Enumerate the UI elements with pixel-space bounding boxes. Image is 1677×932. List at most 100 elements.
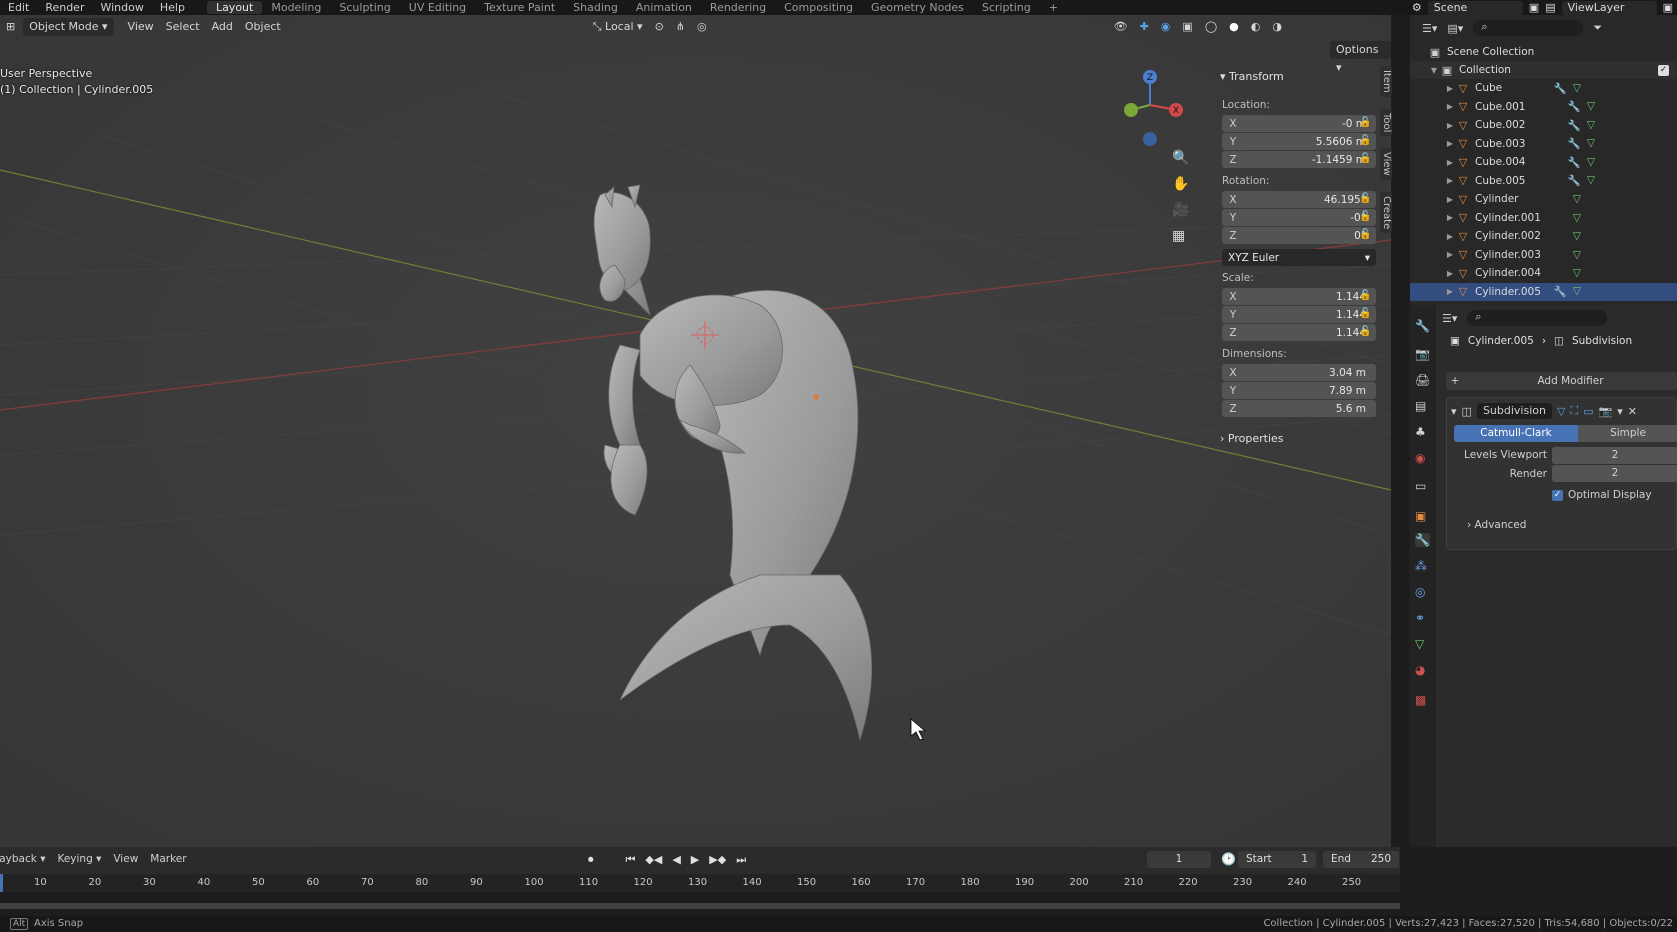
outliner-item-cube-003[interactable]: ▶ ▽ Cube.003 🔧 ▽ — [1410, 135, 1677, 153]
viewport-display-toggle-icon[interactable]: ▭ — [1583, 405, 1593, 418]
menu-help[interactable]: Help — [152, 1, 193, 14]
viewport-menu-object[interactable]: Object — [239, 18, 287, 36]
timeline-menu-playback[interactable]: Playback ▾ — [0, 853, 45, 865]
side-tab-view[interactable]: View — [1380, 148, 1392, 180]
constraints-tab-icon[interactable]: ⚭ — [1415, 611, 1425, 625]
start-frame-field[interactable]: Start 1 — [1238, 851, 1316, 868]
lock-icon[interactable]: 🔓 — [1359, 326, 1371, 337]
properties-subpanel-header[interactable]: › Properties — [1220, 432, 1284, 445]
frame-ruler[interactable]: 10 20 30 40 50 60 70 80 90 100 110 120 130 140 150 160 1… — [0, 874, 1400, 892]
view-layer-add-icon[interactable]: ▣ — [1663, 1, 1677, 14]
transform-header[interactable]: ▾ Transform — [1220, 70, 1284, 83]
outliner-item-cylinder-002[interactable]: ▶ ▽ Cylinder.002 ▽ — [1410, 227, 1677, 245]
render-tab-icon[interactable]: 📷 — [1415, 347, 1430, 361]
expand-icon[interactable]: ▶ — [1444, 250, 1456, 259]
simple-button[interactable]: Simple — [1578, 425, 1677, 442]
lock-icon[interactable]: 🔓 — [1359, 135, 1371, 146]
expand-icon[interactable]: ▶ — [1444, 139, 1456, 148]
mesh-data-icon[interactable]: ▽ — [1573, 285, 1581, 298]
side-tab-create[interactable]: Create — [1380, 191, 1392, 234]
prev-keyframe-icon[interactable]: ◆◀ — [645, 853, 662, 867]
outliner-item-cube-005[interactable]: ▶ ▽ Cube.005 🔧 ▽ — [1410, 172, 1677, 190]
outliner-item-cube[interactable]: ▶ ▽ Cube 🔧 ▽ — [1410, 79, 1677, 97]
timeline-menu-view[interactable]: View — [113, 853, 138, 865]
advanced-subpanel-header[interactable]: › Advanced — [1467, 519, 1526, 531]
texture-tab-icon[interactable]: ▩ — [1415, 693, 1426, 707]
scene-add-icon[interactable]: ▣ — [1529, 1, 1539, 14]
display-mode-icon[interactable]: ▤▾ — [1447, 22, 1463, 35]
view-layer-field[interactable]: ViewLayer — [1561, 0, 1657, 15]
cage-toggle-icon[interactable]: ⛶ — [1570, 404, 1578, 418]
navigation-gizmo[interactable]: Z X — [1120, 65, 1200, 155]
camera-view-icon[interactable]: 🎥 — [1172, 202, 1189, 218]
mesh-data-icon[interactable]: ▽ — [1573, 249, 1581, 261]
rotation-mode-dropdown[interactable]: XYZ Euler ▾ — [1222, 249, 1376, 266]
lock-icon[interactable]: 🔓 — [1359, 211, 1371, 222]
expand-icon[interactable]: ▶ — [1444, 232, 1456, 241]
modifier-wrench-icon[interactable]: 🔧 — [1568, 156, 1581, 169]
mesh-data-icon[interactable]: ▽ — [1587, 137, 1595, 150]
editor-type-icon[interactable]: ☰▾ — [1442, 312, 1457, 325]
render-levels-field[interactable]: 2 — [1552, 465, 1677, 482]
scale-x-field[interactable]: X 1.144 — [1222, 288, 1376, 305]
remove-modifier-icon[interactable]: ✕ — [1628, 405, 1637, 418]
particles-tab-icon[interactable]: ⁂ — [1415, 559, 1427, 573]
outliner-item-cylinder-003[interactable]: ▶ ▽ Cylinder.003 ▽ — [1410, 246, 1677, 264]
workspace-tab-texture-paint[interactable]: Texture Paint — [475, 1, 564, 14]
expand-icon[interactable]: ▶ — [1444, 287, 1456, 296]
location-y-field[interactable]: Y 5.5606 m — [1222, 133, 1376, 150]
expand-icon[interactable]: ▶ — [1444, 176, 1456, 185]
current-frame-field[interactable]: 1 — [1147, 851, 1211, 868]
pivot-icon[interactable]: ⊙ — [649, 18, 670, 36]
gizmo-toggle-icon[interactable]: ✚ — [1134, 18, 1155, 36]
expand-icon[interactable]: ▶ — [1444, 158, 1456, 167]
workspace-tab-geometry-nodes[interactable]: Geometry Nodes — [862, 1, 973, 14]
outliner-item-cube-004[interactable]: ▶ ▽ Cube.004 🔧 ▽ — [1410, 153, 1677, 171]
optimal-display-checkbox[interactable]: ✓ Optimal Display — [1552, 489, 1652, 501]
menu-render[interactable]: Render — [37, 1, 92, 14]
3d-viewport[interactable]: ⊞ Object Mode ▾ View Select Add Object ⤡… — [0, 15, 1391, 847]
view-layer-icon[interactable]: ▤ — [1545, 1, 1555, 14]
mesh-data-icon[interactable]: ▽ — [1587, 119, 1595, 132]
workspace-tab-compositing[interactable]: Compositing — [775, 1, 862, 14]
mesh-data-icon[interactable]: ▽ — [1587, 100, 1595, 113]
mesh-data-icon[interactable]: ▽ — [1573, 267, 1581, 279]
workspace-tab-uv-editing[interactable]: UV Editing — [400, 1, 475, 14]
mesh-data-icon[interactable]: ▽ — [1573, 193, 1581, 205]
dimensions-x-field[interactable]: X 3.04 m — [1222, 364, 1376, 381]
world-tab-icon[interactable]: ◉ — [1415, 451, 1425, 465]
modifier-wrench-icon[interactable]: 🔧 — [1554, 285, 1567, 298]
levels-viewport-field[interactable]: 2 — [1552, 447, 1677, 464]
jump-end-icon[interactable]: ⏭ — [736, 853, 746, 867]
side-tab-item[interactable]: Item — [1380, 66, 1392, 97]
workspace-tab-rendering[interactable]: Rendering — [701, 1, 775, 14]
workspace-tab-animation[interactable]: Animation — [627, 1, 701, 14]
timeline-menu-keying[interactable]: Keying ▾ — [57, 853, 101, 865]
render-toggle-icon[interactable]: 📷 — [1599, 405, 1613, 418]
record-icon[interactable]: ⏺ — [588, 853, 594, 867]
properties-search-input[interactable]: ⌕ — [1467, 310, 1608, 326]
scale-y-field[interactable]: Y 1.144 — [1222, 306, 1376, 323]
viewport-menu-select[interactable]: Select — [160, 18, 206, 36]
mesh-data-icon[interactable]: ▽ — [1587, 174, 1595, 187]
mode-dropdown[interactable]: Object Mode ▾ — [23, 18, 114, 36]
transform-orientation-dropdown[interactable]: ⤡ Local ▾ — [587, 18, 649, 36]
filter-icon[interactable]: ⏷ — [1593, 21, 1602, 35]
add-workspace-button[interactable]: + — [1040, 1, 1067, 14]
object-tab-icon[interactable]: ▣ — [1415, 509, 1426, 523]
collection-checkbox[interactable]: ✓ — [1658, 64, 1669, 76]
location-x-field[interactable]: X -0 m — [1222, 115, 1376, 132]
scene-collection-row[interactable]: ▣ Scene Collection — [1410, 43, 1677, 61]
expand-icon[interactable]: ▶ — [1444, 121, 1456, 130]
workspace-tab-layout[interactable]: Layout — [206, 1, 263, 14]
pan-hand-icon[interactable]: ✋ — [1172, 176, 1189, 192]
collapse-icon[interactable]: ▾ — [1451, 405, 1457, 418]
dimensions-y-field[interactable]: Y 7.89 m — [1222, 382, 1376, 399]
modifier-wrench-icon[interactable]: 🔧 — [1568, 137, 1581, 150]
lock-icon[interactable]: 🔓 — [1359, 193, 1371, 204]
next-keyframe-icon[interactable]: ▶◆ — [709, 853, 726, 867]
rotation-y-field[interactable]: Y -0° — [1222, 209, 1376, 226]
play-reverse-icon[interactable]: ◀ — [672, 853, 680, 867]
visibility-icon[interactable]: 👁 — [1108, 18, 1134, 36]
end-frame-field[interactable]: End 250 — [1323, 851, 1399, 868]
